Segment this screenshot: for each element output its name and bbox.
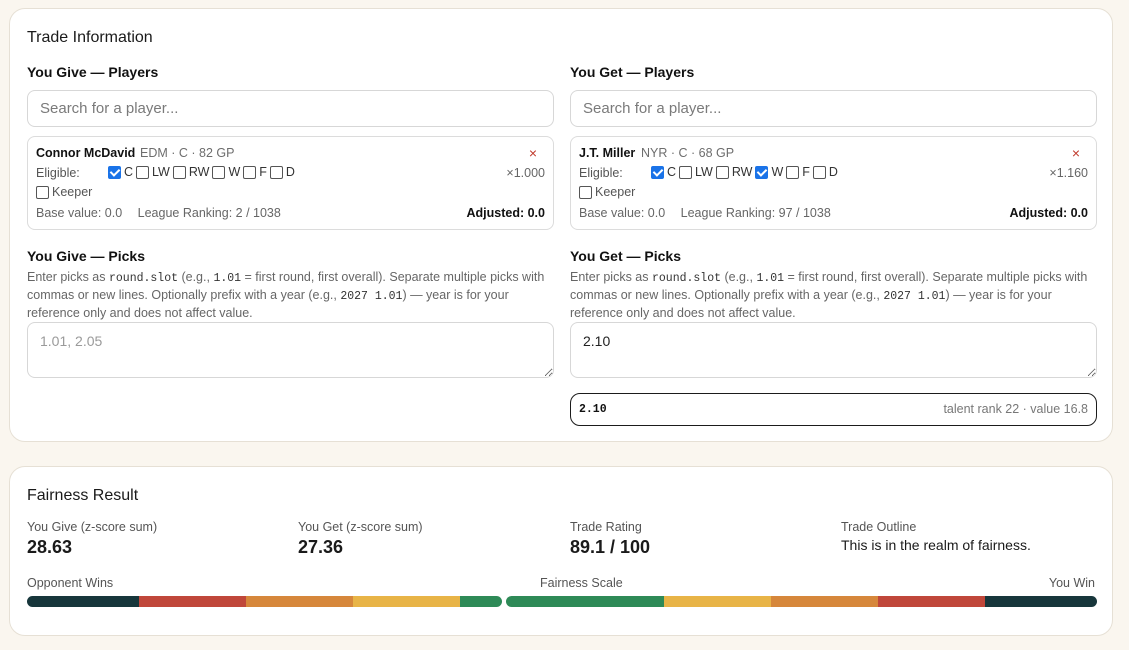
adjusted-value: Adjusted: 0.0 [466,206,546,220]
checkbox-lw[interactable] [136,165,150,179]
checkbox-f[interactable] [243,165,257,179]
position-checkboxes: C LW RW W F D [108,165,298,179]
parsed-pick-info: talent rank 22 · value 16.8 [943,402,1088,416]
position-c[interactable]: C [651,165,676,179]
scale-right-label: You Win [1048,576,1095,590]
scale-left-label: Opponent Wins [27,576,114,590]
trade-title: Trade Information [27,29,153,46]
position-lw[interactable]: LW [679,165,713,179]
position-multiplier: ×1.160 [1049,166,1088,180]
position-c[interactable]: C [108,165,133,179]
fairness-result-card: Fairness Result You Give (z-score sum) 2… [9,466,1113,636]
give-picks-heading: You Give — Picks [27,248,146,264]
give-picks-textarea[interactable] [27,322,554,378]
picks-help-text: Enter picks as round.slot (e.g., 1.01 = … [27,270,545,320]
checkbox-rw[interactable] [715,165,729,179]
keeper-toggle[interactable]: Keeper [36,185,92,199]
give-player-card: Connor McDavid EDM · C · 82 GP × Eligibl… [27,136,554,230]
get-picks-heading: You Get — Picks [570,248,681,264]
position-w[interactable]: W [212,165,240,179]
checkbox-d[interactable] [812,165,826,179]
fairness-scale-left-bar [27,596,502,607]
position-f[interactable]: F [786,165,810,179]
trade-rating-value: 89.1 / 100 [570,537,651,557]
position-multiplier: ×1.000 [506,166,545,180]
scale-segment-orange [771,596,878,607]
picks-help-text: Enter picks as round.slot (e.g., 1.01 = … [570,270,1088,320]
base-value-row: Base value: 0.0 League Ranking: 97 / 103… [579,206,831,220]
parsed-pick-id: 2.10 [579,403,607,416]
checkbox-c[interactable] [651,165,664,179]
get-players-heading: You Get — Players [570,64,695,80]
position-rw[interactable]: RW [715,165,752,179]
scale-segment-dark [985,596,1097,607]
remove-player-button[interactable]: × [1072,145,1080,161]
scale-segment-dark [27,596,139,607]
give-player-search-input[interactable] [27,90,554,127]
player-meta: NYR · C · 68 GP [641,146,735,160]
parsed-pick-chip: 2.10 talent rank 22 · value 16.8 [570,393,1097,426]
checkbox-w[interactable] [755,165,769,179]
checkbox-lw[interactable] [679,165,693,179]
checkbox-f[interactable] [786,165,800,179]
scale-segment-red [878,596,985,607]
give-zscore-stat: You Give (z-score sum) 28.63 [27,520,158,557]
position-w[interactable]: W [755,165,783,179]
scale-segment-red [139,596,246,607]
trade-outline-value: This is in the realm of fairness. [841,537,1031,553]
trade-information-card: Trade Information You Give — Players Con… [9,8,1113,442]
player-name: J.T. Miller [579,146,636,160]
fairness-scale-right-bar [506,596,1097,607]
scale-center-label: Fairness Scale [540,576,623,590]
get-player-search-input[interactable] [570,90,1097,127]
keeper-toggle[interactable]: Keeper [579,185,635,199]
get-player-card: J.T. Miller NYR · C · 68 GP × Eligible: … [570,136,1097,230]
give-zscore-value: 28.63 [27,537,73,557]
trade-rating-stat: Trade Rating 89.1 / 100 [570,520,651,557]
player-meta: EDM · C · 82 GP [140,146,235,160]
eligible-label: Eligible: [579,166,623,180]
scale-segment-green [460,596,502,607]
get-picks-textarea[interactable] [570,322,1097,378]
give-players-heading: You Give — Players [27,64,159,80]
fairness-title: Fairness Result [27,487,139,504]
position-rw[interactable]: RW [172,165,209,179]
scale-segment-yellow [664,596,771,607]
scale-segment-green [506,596,664,607]
get-zscore-stat: You Get (z-score sum) 27.36 [298,520,423,557]
scale-segment-orange [246,596,353,607]
adjusted-value: Adjusted: 0.0 [1009,206,1089,220]
keeper-checkbox[interactable] [36,185,49,199]
position-d[interactable]: D [812,165,838,179]
remove-player-button[interactable]: × [529,145,537,161]
checkbox-d[interactable] [269,165,283,179]
eligible-label: Eligible: [36,166,80,180]
position-lw[interactable]: LW [136,165,170,179]
keeper-checkbox[interactable] [579,185,592,199]
get-zscore-value: 27.36 [298,537,344,557]
checkbox-c[interactable] [108,165,121,179]
scale-segment-yellow [353,596,460,607]
checkbox-w[interactable] [212,165,226,179]
position-checkboxes: C LW RW W F D [651,165,841,179]
checkbox-rw[interactable] [172,165,186,179]
position-d[interactable]: D [269,165,295,179]
position-f[interactable]: F [243,165,267,179]
base-value-row: Base value: 0.0 League Ranking: 2 / 1038 [36,206,281,220]
trade-outline-stat: Trade Outline This is in the realm of fa… [841,520,1031,553]
player-name: Connor McDavid [36,146,136,160]
